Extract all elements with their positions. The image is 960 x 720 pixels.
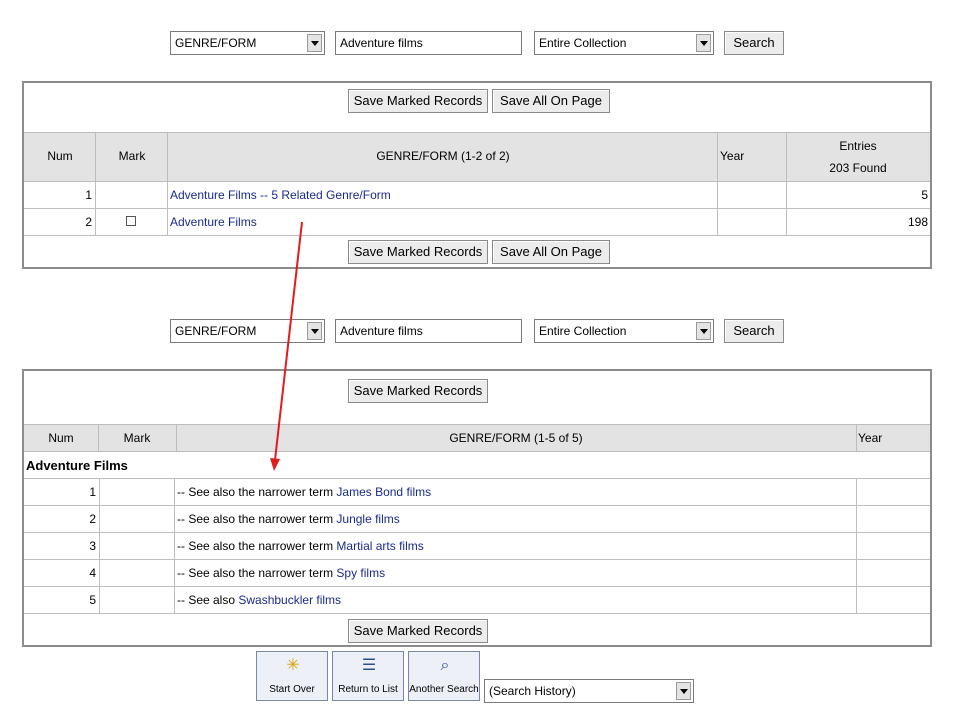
start-over-button[interactable]: ✳ Start Over [256,651,328,701]
chevron-down-icon[interactable] [676,682,691,700]
another-search-label: Another Search [409,684,479,695]
return-to-list-button[interactable]: ☰ Return to List [332,651,404,701]
start-over-label: Start Over [269,684,315,695]
sparkle-icon: ✳ [286,657,300,674]
another-search-button[interactable]: ⌕ Another Search [408,651,480,701]
list-icon: ☰ [361,657,377,674]
search-history-select[interactable]: (Search History) [484,679,694,703]
annotation-arrow [270,221,303,471]
return-to-list-label: Return to List [338,684,398,695]
magnifier-icon: ⌕ [440,657,450,674]
search-history-value: (Search History) [489,684,576,698]
